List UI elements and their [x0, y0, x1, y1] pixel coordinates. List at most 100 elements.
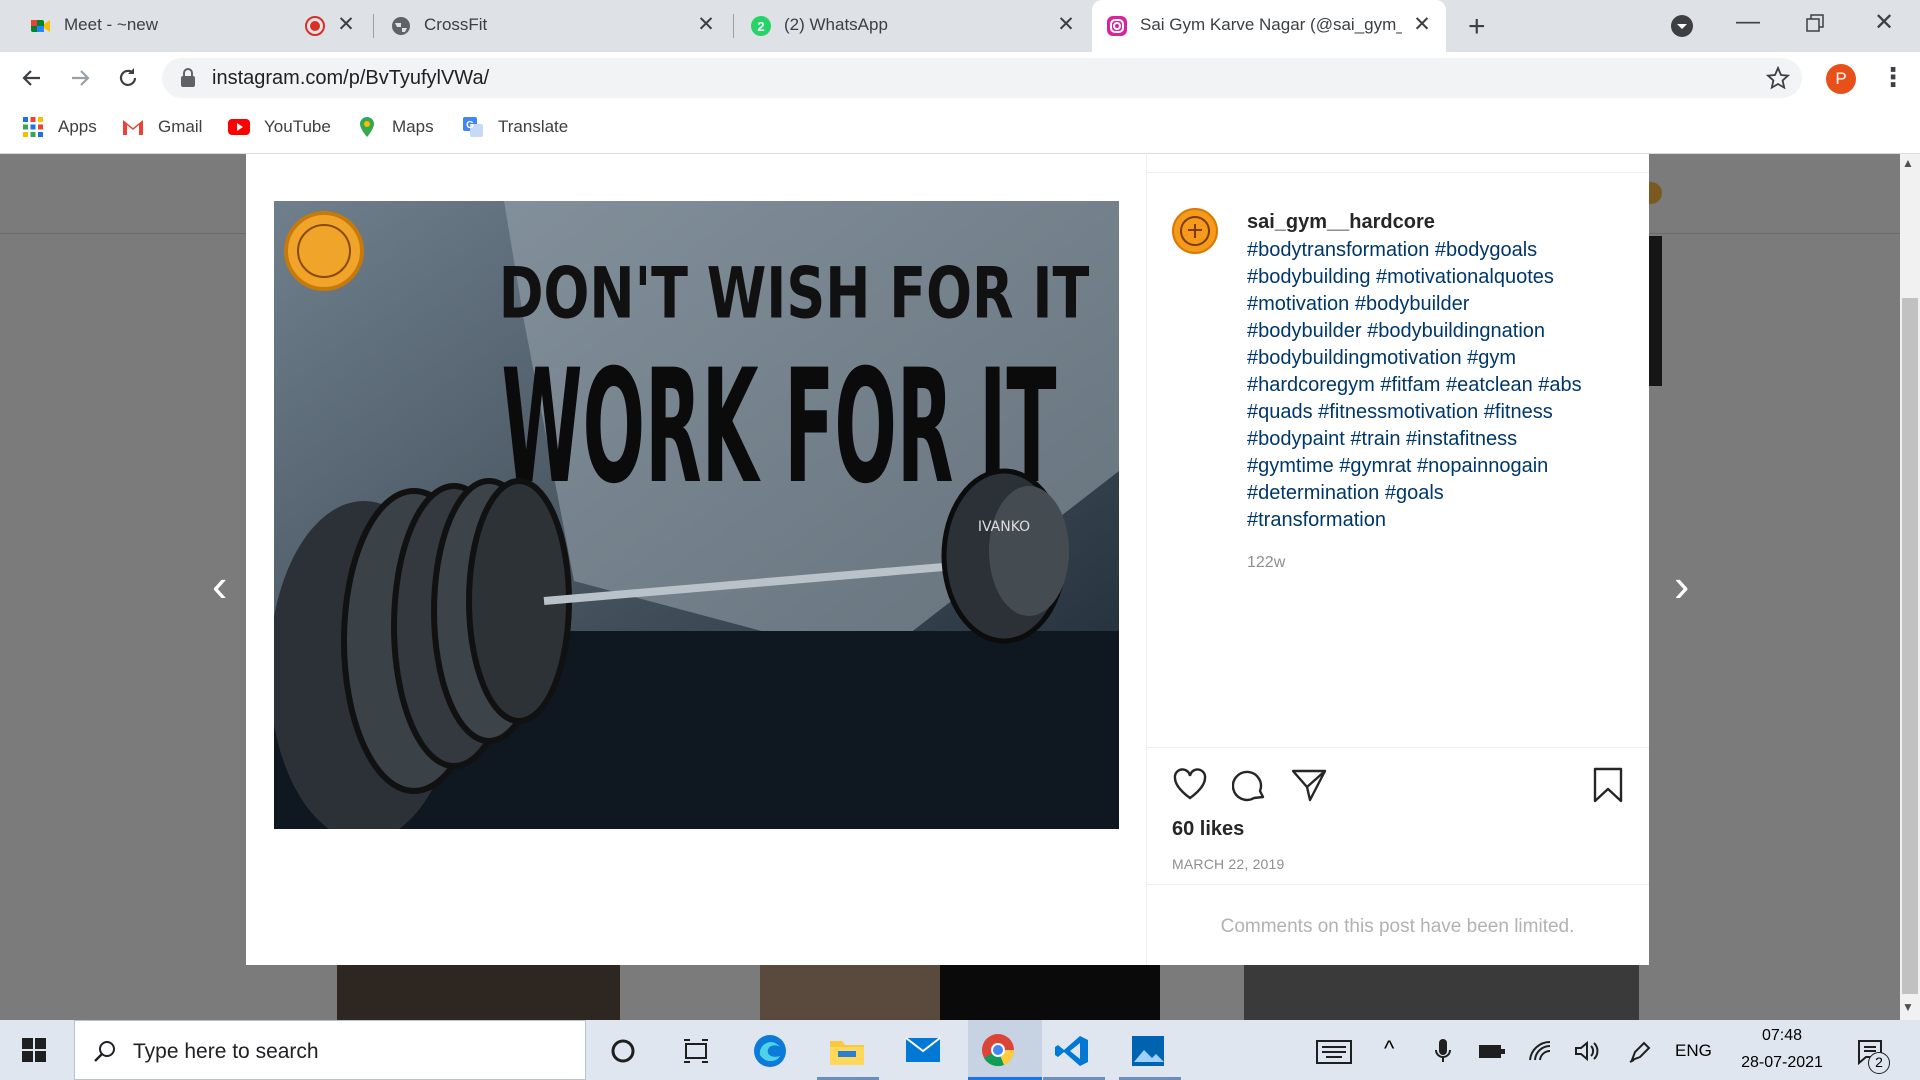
- reload-icon[interactable]: [116, 66, 140, 90]
- caption-line[interactable]: #bodybuilder #bodybuildingnation: [1247, 318, 1627, 345]
- vscode-icon[interactable]: [1054, 1034, 1090, 1068]
- new-tab-button[interactable]: +: [1468, 10, 1486, 44]
- plate-brand: IVANKO: [978, 519, 1030, 535]
- show-hidden-icons[interactable]: ^: [1384, 1036, 1394, 1062]
- share-icon[interactable]: [1291, 767, 1327, 803]
- panel-divider: [1146, 154, 1147, 965]
- caption-line[interactable]: #gymtime #gymrat #nopainnogain: [1247, 453, 1627, 480]
- tab-label: Meet - ~new: [64, 15, 159, 34]
- scroll-up-arrow[interactable]: ▲: [1902, 156, 1914, 170]
- tab-label: CrossFit: [424, 15, 488, 34]
- barbell-motivation-image: DON'T WISH FOR IT WORK FOR IT IVANKO: [274, 201, 1119, 829]
- apps-grid-icon: [23, 117, 43, 137]
- next-post-arrow[interactable]: ›: [1674, 558, 1689, 612]
- tab-crossfit[interactable]: CrossFit ✕: [376, 0, 726, 52]
- maps-icon: [360, 117, 374, 137]
- bookmark-gmail[interactable]: Gmail: [122, 116, 202, 138]
- caption-line[interactable]: #hardcoregym #fitfam #eatclean #abs: [1247, 372, 1627, 399]
- background-thumbnail: [760, 965, 940, 1020]
- bookmark-translate[interactable]: G Translate: [462, 116, 568, 138]
- bookmark-star-icon[interactable]: [1766, 66, 1790, 90]
- globe-icon: [392, 17, 410, 35]
- restore-button[interactable]: [1806, 14, 1824, 32]
- previous-post-arrow[interactable]: ‹: [212, 558, 227, 612]
- taskbar-time[interactable]: 07:48: [1730, 1027, 1834, 1045]
- edge-browser-icon[interactable]: [752, 1033, 788, 1069]
- caption-line[interactable]: #bodybuildingmotivation #gym: [1247, 345, 1627, 372]
- keyboard-icon[interactable]: [1316, 1040, 1352, 1064]
- back-icon[interactable]: [20, 66, 44, 90]
- bookmark-maps[interactable]: Maps: [356, 116, 434, 138]
- image-text-line1: DON'T WISH FOR IT: [499, 252, 1090, 334]
- close-icon[interactable]: ✕: [694, 13, 718, 37]
- taskbar-search-box[interactable]: Type here to search: [74, 1020, 586, 1080]
- avatar[interactable]: [1172, 208, 1218, 254]
- likes-count[interactable]: 60 likes: [1172, 818, 1244, 841]
- tab-whatsapp[interactable]: 2 (2) WhatsApp ✕: [736, 0, 1086, 52]
- svg-text:G: G: [466, 120, 474, 131]
- tab-separator: [733, 14, 734, 38]
- microphone-icon[interactable]: [1434, 1038, 1452, 1064]
- recording-icon: [305, 16, 325, 36]
- wifi-icon[interactable]: [1528, 1040, 1554, 1062]
- comment-icon[interactable]: [1232, 767, 1268, 803]
- background-thumbnail: [337, 965, 620, 1020]
- forward-icon[interactable]: [68, 66, 92, 90]
- tab-meet[interactable]: Meet - ~new ✕: [16, 0, 366, 52]
- chrome-icon[interactable]: [980, 1032, 1016, 1068]
- tab-search-icon[interactable]: [1670, 14, 1694, 38]
- bookmark-youtube[interactable]: YouTube: [228, 116, 331, 138]
- gym-logo-icon: [1180, 216, 1210, 246]
- tab-separator: [373, 14, 374, 38]
- close-icon[interactable]: ✕: [1054, 13, 1078, 37]
- actions-divider: [1146, 747, 1649, 748]
- task-view-icon[interactable]: [682, 1038, 710, 1064]
- close-icon[interactable]: ✕: [1410, 13, 1434, 37]
- tab-instagram-active[interactable]: Sai Gym Karve Nagar (@sai_gym_ ✕: [1092, 0, 1446, 52]
- youtube-icon: [228, 119, 250, 135]
- scrollbar-thumb[interactable]: [1902, 298, 1918, 994]
- comments-limited-notice: Comments on this post have been limited.: [1220, 916, 1575, 937]
- gmail-icon: [123, 120, 143, 135]
- caption-line[interactable]: #bodybuilding #motivationalquotes: [1247, 264, 1627, 291]
- mail-icon[interactable]: [904, 1034, 942, 1066]
- windows-start-icon[interactable]: [22, 1038, 46, 1062]
- instagram-icon: [1107, 16, 1127, 36]
- close-icon[interactable]: ✕: [334, 13, 358, 37]
- caption-line[interactable]: #bodypaint #train #instafitness: [1247, 426, 1627, 453]
- bookmark-label: Translate: [498, 117, 569, 136]
- bookmark-label: Maps: [392, 117, 434, 136]
- profile-avatar[interactable]: P: [1826, 64, 1856, 94]
- close-window-button[interactable]: ✕: [1874, 8, 1894, 37]
- tab-label: Sai Gym Karve Nagar (@sai_gym_: [1140, 15, 1402, 34]
- minimize-button[interactable]: —: [1736, 8, 1760, 36]
- scroll-down-arrow[interactable]: ▼: [1902, 1000, 1914, 1014]
- taskbar-date[interactable]: 28-07-2021: [1730, 1054, 1834, 1072]
- background-thumbnail: [1244, 965, 1639, 1020]
- post-username[interactable]: sai_gym__hardcore: [1247, 211, 1435, 234]
- battery-icon[interactable]: [1478, 1042, 1506, 1060]
- save-bookmark-icon[interactable]: [1592, 767, 1624, 803]
- volume-icon[interactable]: [1574, 1040, 1600, 1062]
- caption-line[interactable]: #bodytransformation #bodygoals: [1247, 237, 1627, 264]
- bookmark-apps[interactable]: Apps: [22, 116, 97, 138]
- caption-line[interactable]: #quads #fitnessmotivation #fitness: [1247, 399, 1627, 426]
- svg-text:2: 2: [757, 19, 764, 34]
- menu-icon[interactable]: ⋮: [1880, 62, 1906, 93]
- comments-divider: [1146, 884, 1649, 885]
- cortana-icon[interactable]: [610, 1038, 636, 1064]
- pen-icon[interactable]: [1628, 1040, 1652, 1064]
- caption-line[interactable]: #motivation #bodybuilder: [1247, 291, 1627, 318]
- post-image[interactable]: DON'T WISH FOR IT WORK FOR IT IVANKO: [274, 201, 1119, 829]
- lock-icon[interactable]: [180, 68, 196, 88]
- url-text[interactable]: instagram.com/p/BvTyufylVWa/: [212, 67, 489, 90]
- like-heart-icon[interactable]: [1172, 767, 1208, 801]
- file-explorer-icon[interactable]: [828, 1035, 866, 1067]
- caption-line[interactable]: #transformation: [1247, 507, 1627, 534]
- caption-line[interactable]: #determination #goals: [1247, 480, 1627, 507]
- search-placeholder: Type here to search: [133, 1040, 319, 1063]
- language-indicator[interactable]: ENG: [1675, 1041, 1712, 1061]
- post-age[interactable]: 122w: [1247, 554, 1285, 572]
- photos-icon[interactable]: [1130, 1034, 1166, 1068]
- post-date: MARCH 22, 2019: [1172, 856, 1285, 872]
